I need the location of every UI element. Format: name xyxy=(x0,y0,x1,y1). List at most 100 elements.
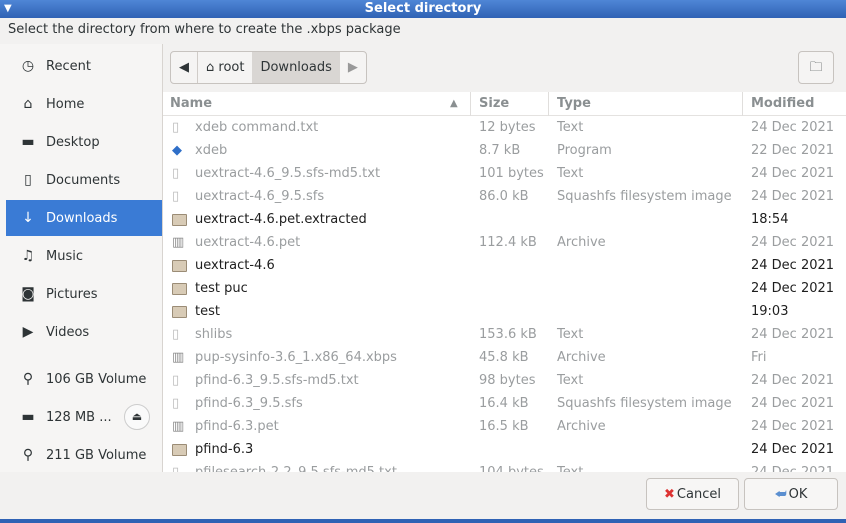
file-row[interactable]: test puc 24 Dec 2021 xyxy=(163,277,846,300)
file-row[interactable]: test 19:03 xyxy=(163,300,846,323)
file-size: 45.8 kB xyxy=(479,350,529,365)
document-icon: ▯ xyxy=(24,172,32,188)
file-type: Text xyxy=(557,373,584,388)
file-name: xdeb command.txt xyxy=(195,120,319,135)
drive-icon: ▬ xyxy=(21,409,35,425)
home-icon: ⌂ xyxy=(206,60,219,75)
path-bar: ◀ ⌂ root Downloads ▶ xyxy=(170,51,367,84)
text-icon: ▯ xyxy=(172,461,179,472)
file-list[interactable]: Name ▲ Size Type Modified ▯ xdeb command… xyxy=(163,92,846,472)
file-row[interactable]: ▯ uextract-4.6_9.5.sfs 86.0 kB Squashfs … xyxy=(163,185,846,208)
file-row[interactable]: ▯ uextract-4.6_9.5.sfs-md5.txt 101 bytes… xyxy=(163,162,846,185)
sidebar-item-label: Downloads xyxy=(46,210,118,226)
sort-ascending-icon: ▲ xyxy=(450,98,458,109)
sidebar-item-downloads[interactable]: ↓ Downloads xyxy=(6,200,162,236)
file-type: Text xyxy=(557,461,583,472)
cancel-button[interactable]: ✖ Cancel xyxy=(646,478,739,510)
window-border xyxy=(0,519,846,523)
new-folder-icon: 🗀 xyxy=(809,60,823,75)
file-row[interactable]: ▯ pfilesearch-2.2_9.5.sfs-md5.txt 104 by… xyxy=(163,461,846,472)
sidebar-item-desktop[interactable]: ▬ Desktop xyxy=(6,124,162,160)
file-row[interactable]: ▥ pfind-6.3.pet 16.5 kB Archive 24 Dec 2… xyxy=(163,415,846,438)
file-row[interactable]: ▥ pup-sysinfo-3.6_1.x86_64.xbps 45.8 kB … xyxy=(163,346,846,369)
file-type: Squashfs filesystem image xyxy=(557,396,732,411)
column-name[interactable]: Name xyxy=(170,96,212,111)
file-type: Text xyxy=(557,327,584,342)
column-size[interactable]: Size xyxy=(479,96,509,111)
sidebar-item-documents[interactable]: ▯ Documents xyxy=(6,162,162,198)
title-bar: ▼ Select directory xyxy=(0,0,846,18)
sidebar-item-106-gb-volume[interactable]: ⚲ 106 GB Volume xyxy=(6,361,162,397)
file-row[interactable]: ▯ xdeb command.txt 12 bytes Text 24 Dec … xyxy=(163,116,846,139)
text-icon: ▯ xyxy=(172,189,180,204)
file-row[interactable]: pfind-6.3 24 Dec 2021 xyxy=(163,438,846,461)
file-name: uextract-4.6.pet.extracted xyxy=(195,212,367,227)
file-modified: 24 Dec 2021 xyxy=(751,396,835,411)
file-name: pfind-6.3_9.5.sfs xyxy=(195,396,303,411)
file-size: 153.6 kB xyxy=(479,327,537,342)
file-row[interactable]: ▥ uextract-4.6.pet 112.4 kB Archive 24 D… xyxy=(163,231,846,254)
file-name: xdeb xyxy=(195,143,228,158)
usb-icon: ⚲ xyxy=(22,371,34,387)
file-modified: 24 Dec 2021 xyxy=(751,373,835,388)
file-name: test puc xyxy=(195,281,248,296)
new-folder-button[interactable]: 🗀 xyxy=(798,51,834,84)
file-size: 98 bytes xyxy=(479,373,536,388)
file-size: 12 bytes xyxy=(479,120,536,135)
video-icon: ▶ xyxy=(22,324,34,340)
text-icon: ▯ xyxy=(172,166,180,181)
file-type: Program xyxy=(557,143,612,158)
column-type[interactable]: Type xyxy=(557,96,591,111)
file-type: Text xyxy=(557,120,584,135)
text-icon: ▯ xyxy=(172,120,180,135)
sidebar-item-128-mb[interactable]: ▬ 128 MB ... ⏏ xyxy=(6,399,162,435)
file-type: Archive xyxy=(557,235,606,250)
file-type: Archive xyxy=(557,350,606,365)
ok-icon: ⮨ xyxy=(774,486,787,502)
file-row[interactable]: uextract-4.6.pet.extracted 18:54 xyxy=(163,208,846,231)
file-modified: 24 Dec 2021 xyxy=(751,189,835,204)
file-modified: 24 Dec 2021 xyxy=(751,442,835,457)
home-icon: ⌂ xyxy=(23,96,33,112)
sidebar-item-pictures[interactable]: ◙ Pictures xyxy=(6,276,162,312)
path-back-button[interactable]: ◀ xyxy=(171,52,197,83)
path-segment-root[interactable]: ⌂ root xyxy=(197,52,252,83)
window-title: Select directory xyxy=(364,1,482,16)
column-modified[interactable]: Modified xyxy=(751,96,814,111)
file-size: 101 bytes xyxy=(479,166,544,181)
sidebar-item-recent[interactable]: ◷ Recent xyxy=(6,48,162,84)
file-modified: 24 Dec 2021 xyxy=(751,419,835,434)
file-row[interactable]: ▯ shlibs 153.6 kB Text 24 Dec 2021 xyxy=(163,323,846,346)
file-name: uextract-4.6_9.5.sfs xyxy=(195,189,325,204)
sidebar-item-label: 106 GB Volume xyxy=(46,371,147,387)
file-row[interactable]: ▯ pfind-6.3_9.5.sfs-md5.txt 98 bytes Tex… xyxy=(163,369,846,392)
cancel-icon: ✖ xyxy=(664,486,675,502)
eject-icon[interactable]: ⏏ xyxy=(124,404,150,430)
sidebar-item-label: Documents xyxy=(46,172,121,188)
archive-icon: ▥ xyxy=(172,235,185,250)
file-size: 16.4 kB xyxy=(479,396,529,411)
sidebar-item-music[interactable]: ♫ Music xyxy=(6,238,162,274)
file-modified: 24 Dec 2021 xyxy=(751,327,835,342)
sidebar-item-label: 211 GB Volume xyxy=(46,447,147,463)
file-type: Text xyxy=(557,166,584,181)
list-header: Name ▲ Size Type Modified xyxy=(163,92,846,116)
path-segment-downloads[interactable]: Downloads xyxy=(252,52,340,83)
file-modified: 24 Dec 2021 xyxy=(751,281,835,296)
file-row[interactable]: ▯ pfind-6.3_9.5.sfs 16.4 kB Squashfs fil… xyxy=(163,392,846,415)
file-name: pfilesearch-2.2_9.5.sfs-md5.txt xyxy=(195,461,397,472)
file-modified: 24 Dec 2021 xyxy=(751,120,835,135)
prompt-label: Select the directory from where to creat… xyxy=(8,22,401,37)
sidebar-item-videos[interactable]: ▶ Videos xyxy=(6,314,162,350)
sidebar-item-home[interactable]: ⌂ Home xyxy=(6,86,162,122)
file-modified: 18:54 xyxy=(751,212,789,227)
file-modified: 24 Dec 2021 xyxy=(751,258,835,273)
program-icon: ◆ xyxy=(172,143,182,158)
file-row[interactable]: ◆ xdeb 8.7 kB Program 22 Dec 2021 xyxy=(163,139,846,162)
file-row[interactable]: uextract-4.6 24 Dec 2021 xyxy=(163,254,846,277)
file-size: 8.7 kB xyxy=(479,143,521,158)
ok-button[interactable]: ⮨ OK xyxy=(744,478,838,510)
path-forward-button[interactable]: ▶ xyxy=(340,52,366,83)
sidebar-item-211-gb-volume[interactable]: ⚲ 211 GB Volume xyxy=(6,437,162,473)
window-menu-icon[interactable]: ▼ xyxy=(4,0,12,18)
